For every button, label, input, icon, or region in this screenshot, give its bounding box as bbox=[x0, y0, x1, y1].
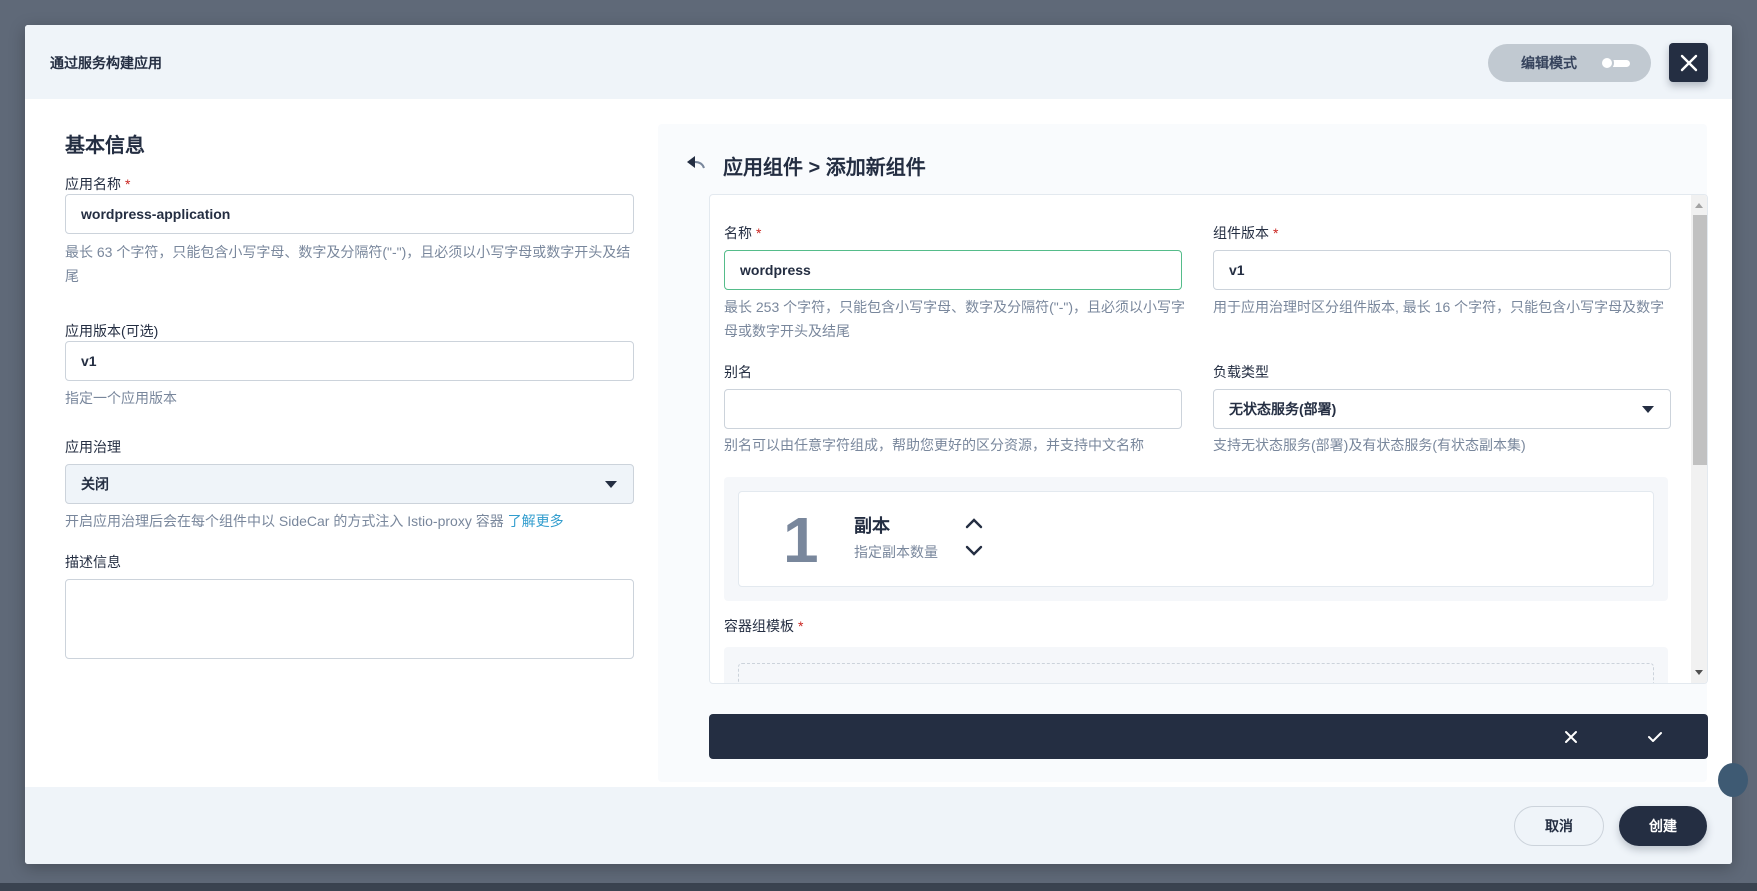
component-name-label: 名称 * bbox=[724, 225, 762, 241]
description-textarea[interactable] bbox=[65, 579, 634, 659]
component-version-hint: 用于应用治理时区分组件版本, 最长 16 个字符，只能包含小写字母及数字 bbox=[1213, 299, 1665, 315]
component-name-input[interactable]: wordpress bbox=[724, 250, 1182, 290]
floating-help-icon[interactable] bbox=[1718, 763, 1748, 797]
cancel-button[interactable]: 取消 bbox=[1514, 806, 1604, 846]
replicas-container: 1 副本 指定副本数量 bbox=[724, 477, 1668, 601]
caret-down-icon bbox=[605, 481, 617, 488]
component-name-value: wordpress bbox=[740, 262, 811, 278]
app-version-input[interactable]: v1 bbox=[65, 341, 634, 381]
replicas-card: 1 副本 指定副本数量 bbox=[738, 491, 1654, 587]
app-name-label: 应用名称 * bbox=[65, 176, 131, 192]
workload-type-selected: 无状态服务(部署) bbox=[1229, 401, 1337, 417]
workload-type-select[interactable]: 无状态服务(部署) bbox=[1213, 389, 1671, 429]
alias-hint: 别名可以由任意字符组成，帮助您更好的区分资源，并支持中文名称 bbox=[724, 437, 1144, 453]
modal-body: 基本信息 应用名称 * wordpress-application 最长 63 个… bbox=[25, 99, 1732, 787]
check-icon[interactable] bbox=[1645, 727, 1665, 747]
close-button[interactable] bbox=[1669, 43, 1708, 82]
component-form-panel: 名称 * wordpress 最长 253 个字符，只能包含小写字母、数字及分隔符… bbox=[709, 194, 1708, 684]
create-app-modal: 通过服务构建应用 编辑模式 基本信息 应用名称 * wordpress-appli… bbox=[25, 25, 1732, 864]
backdrop bbox=[0, 883, 1757, 891]
governance-hint: 开启应用治理后会在每个组件中以 SideCar 的方式注入 Istio-prox… bbox=[65, 513, 564, 529]
pod-template-dropzone[interactable] bbox=[738, 663, 1654, 683]
replica-count: 1 bbox=[783, 504, 819, 576]
description-label: 描述信息 bbox=[65, 554, 121, 570]
workload-type-label: 负载类型 bbox=[1213, 364, 1269, 380]
chevron-down-icon[interactable] bbox=[964, 544, 984, 558]
back-arrow-icon[interactable] bbox=[685, 153, 707, 173]
alias-input[interactable] bbox=[724, 389, 1182, 429]
component-section: 应用组件 > 添加新组件 名称 * wordpress 最长 253 个字符，只能… bbox=[658, 124, 1708, 782]
app-version-value: v1 bbox=[81, 353, 97, 369]
learn-more-link[interactable]: 了解更多 bbox=[508, 513, 564, 529]
edit-mode-label: 编辑模式 bbox=[1521, 55, 1577, 71]
create-button[interactable]: 创建 bbox=[1619, 806, 1707, 846]
governance-select[interactable]: 关闭 bbox=[65, 464, 634, 504]
section-title: 基本信息 bbox=[65, 135, 145, 157]
modal-footer: 取消 创建 bbox=[25, 787, 1732, 864]
form-scrollbar[interactable] bbox=[1691, 195, 1707, 683]
app-version-hint: 指定一个应用版本 bbox=[65, 390, 177, 406]
workload-type-hint: 支持无状态服务(部署)及有状态服务(有状态副本集) bbox=[1213, 437, 1526, 453]
caret-down-icon bbox=[1642, 406, 1654, 413]
component-version-label: 组件版本 * bbox=[1213, 225, 1279, 241]
scroll-down-icon[interactable] bbox=[1695, 670, 1703, 675]
component-version-input[interactable]: v1 bbox=[1213, 250, 1671, 290]
scroll-up-icon[interactable] bbox=[1695, 203, 1703, 208]
component-title: 应用组件 > 添加新组件 bbox=[723, 157, 926, 179]
edit-mode-toggle[interactable]: 编辑模式 bbox=[1488, 44, 1651, 82]
governance-selected: 关闭 bbox=[81, 476, 109, 492]
scroll-thumb[interactable] bbox=[1693, 215, 1707, 465]
toggle-switch-icon[interactable] bbox=[1600, 55, 1630, 71]
close-icon[interactable] bbox=[1561, 727, 1581, 747]
pod-template-container bbox=[724, 647, 1668, 683]
modal-title: 通过服务构建应用 bbox=[50, 55, 162, 71]
component-name-hint: 最长 253 个字符，只能包含小写字母、数字及分隔符("-")，且必须以小写字母… bbox=[724, 299, 1186, 339]
close-icon bbox=[1680, 54, 1697, 71]
governance-label: 应用治理 bbox=[65, 439, 121, 455]
alias-label: 别名 bbox=[724, 364, 752, 380]
app-name-value: wordpress-application bbox=[81, 206, 231, 222]
app-name-hint: 最长 63 个字符，只能包含小写字母、数字及分隔符("-")，且必须以小写字母或… bbox=[65, 244, 631, 284]
component-action-bar bbox=[709, 714, 1708, 759]
replica-label: 副本 bbox=[854, 516, 890, 536]
chevron-up-icon[interactable] bbox=[964, 516, 984, 530]
modal-header: 通过服务构建应用 编辑模式 bbox=[25, 25, 1732, 99]
app-version-label: 应用版本(可选) bbox=[65, 323, 159, 339]
component-version-value: v1 bbox=[1229, 262, 1245, 278]
app-name-input[interactable]: wordpress-application bbox=[65, 194, 634, 234]
pod-template-label: 容器组模板 * bbox=[724, 618, 804, 634]
replica-hint: 指定副本数量 bbox=[854, 544, 938, 560]
